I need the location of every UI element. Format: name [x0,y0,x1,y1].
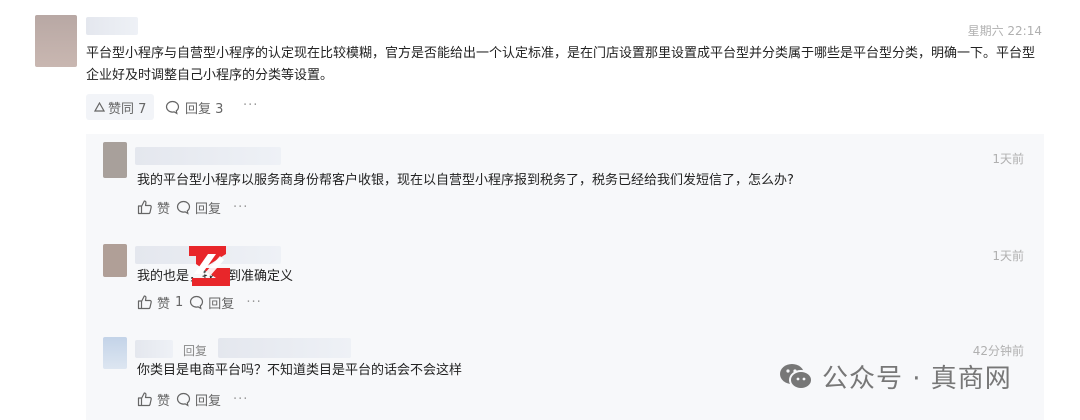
thumbs-up-icon [137,294,153,310]
reply-2-like-label: 赞 [157,296,171,312]
reply-3-like-label: 赞 [157,393,171,409]
reply-3-reply-label: 回复 [195,393,222,409]
reply-2-text: 我的也是，找不到准确定义 [137,266,1017,288]
reply-3-more-button[interactable]: ··· [233,392,248,407]
reply-2-reply-label: 回复 [208,296,235,312]
reply-3-time: 42分钟前 [972,344,1024,358]
reply-3-target-username[interactable] [218,338,351,358]
top-comment-text: 平台型小程序与自营型小程序的认定现在比较模糊，官方是否能给出一个认定标准，是在门… [86,46,1036,83]
reply-2-avatar[interactable] [103,244,127,277]
comment-bubble-icon [176,200,191,215]
wechat-watermark: 公众号 · 真商网 [778,358,1012,395]
top-comment-time: 星期六 22:14 [967,24,1042,38]
reply-3-username[interactable] [135,340,173,358]
top-comment-avatar[interactable] [35,15,77,67]
top-like-label: 赞同 7 [108,101,147,117]
reply-3-reply-button[interactable]: 回复 [176,390,221,409]
thumbs-up-icon [137,391,153,407]
reply-3-text: 你类目是电商平台吗？不知道类目是平台的话会不会这样 [137,363,463,378]
comment-bubble-icon [189,295,204,310]
reply-1-time: 1天前 [992,152,1024,166]
reply-1-text: 我的平台型小程序以服务商身份帮客户收银，现在以自营型小程序报到税务了，税务已经给… [137,173,794,188]
reply-1-username[interactable] [135,147,281,165]
reply-1-actions: 赞 回复 ··· [137,197,248,217]
top-comment-username[interactable] [86,17,138,35]
reply-3-avatar[interactable] [103,337,127,369]
wechat-logo-icon [778,362,814,392]
watermark-text: 公众号 · 真商网 [822,364,1012,394]
reply-3-like-button[interactable]: 赞 [137,390,170,409]
comment-bubble-icon [165,100,180,115]
upvote-triangle-icon [94,102,105,112]
reply-1-avatar[interactable] [103,142,127,178]
top-more-button[interactable]: ··· [243,98,258,113]
reply-3-actions: 赞 回复 ··· [137,389,248,409]
reply-1-reply-label: 回复 [195,201,222,217]
reply-2-like-button[interactable]: 赞 1 [137,293,183,312]
reply-2-actions: 赞 1 回复 ··· [137,292,262,312]
top-reply-button[interactable]: 回复 3 [165,94,223,120]
reply-2-more-button[interactable]: ··· [246,295,261,310]
reply-1-like-label: 赞 [157,201,171,217]
thumbs-up-icon [137,199,153,215]
reply-2-reply-button[interactable]: 回复 [189,293,234,312]
top-like-button[interactable]: 赞同 7 [86,94,155,120]
reply-2-time: 1天前 [992,249,1024,263]
comment-bubble-icon [176,392,191,407]
top-reply-label: 回复 3 [185,101,224,117]
reply-2-like-count: 1 [175,294,184,310]
reply-1-like-button[interactable]: 赞 [137,198,170,217]
reply-1-more-button[interactable]: ··· [233,200,248,215]
reply-1-reply-button[interactable]: 回复 [176,198,221,217]
reply-3-reply-prefix: 回复 [183,344,208,358]
red-logo-icon [186,244,234,288]
